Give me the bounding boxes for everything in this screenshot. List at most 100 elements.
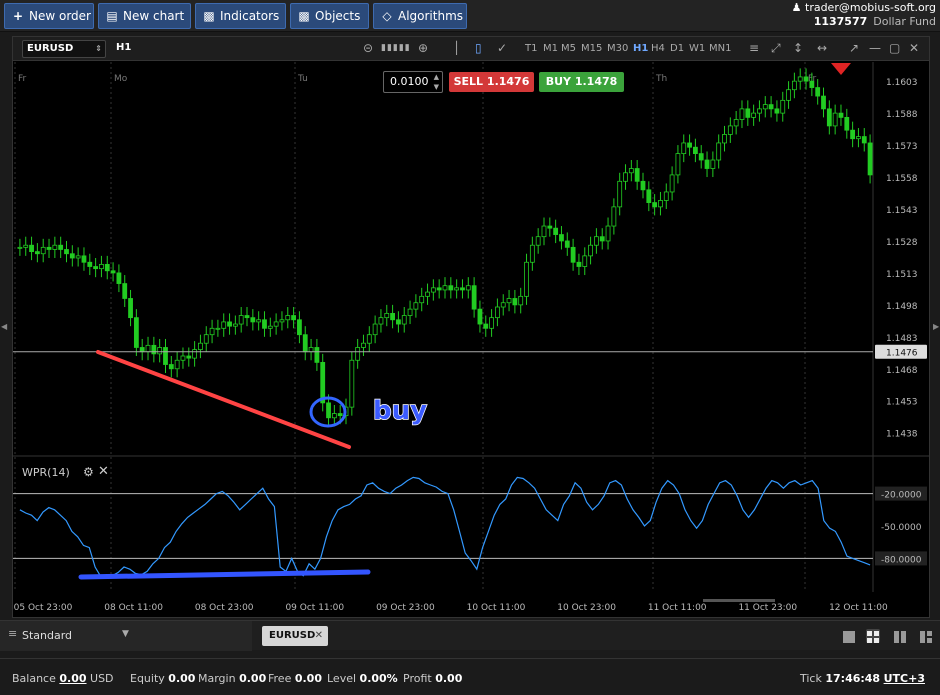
candle-body: [384, 312, 390, 319]
vertical-arrows-icon[interactable]: ↕: [793, 41, 803, 55]
candle-body: [658, 200, 663, 208]
minimize-icon[interactable]: —: [869, 41, 881, 55]
candle-body: [570, 246, 576, 263]
price-tick-label: 1.1513: [886, 270, 918, 280]
right-collapse-icon[interactable]: ▶: [933, 322, 939, 331]
candle-body: [506, 298, 512, 304]
trading-app: + New order ▤ New chart ▩ Indicators ▩ Objec…: [0, 0, 940, 695]
candle-body: [652, 202, 658, 208]
left-collapse-icon[interactable]: ◀: [1, 322, 7, 331]
time-tick-label: 08 Oct 23:00: [195, 603, 254, 613]
zoom-slider[interactable]: ▮▮▮▮▮: [381, 43, 411, 53]
candle-body: [454, 287, 460, 291]
tf-m1[interactable]: M1: [543, 43, 558, 54]
layout-single-icon[interactable]: [842, 629, 856, 643]
candle-body: [180, 355, 186, 361]
main-toolbar: + New order ▤ New chart ▩ Indicators ▩ Objec…: [0, 0, 940, 32]
candle-body: [692, 146, 698, 155]
tf-h4[interactable]: H4: [651, 43, 665, 54]
zoom-out-icon[interactable]: ⊝: [363, 41, 373, 55]
candles-layer: [17, 68, 873, 427]
chart-tab-eurusd[interactable]: EURUSD ✕: [262, 626, 328, 646]
workspace-select[interactable]: ≡ Standard ▼: [0, 621, 252, 651]
candle-body: [564, 240, 570, 248]
candle-body: [99, 263, 104, 270]
candle-body: [64, 249, 69, 255]
price-tick-label: 1.1588: [886, 110, 918, 120]
candle-body: [23, 244, 29, 248]
account-user: trader@mobius-soft.org: [805, 1, 936, 14]
layout-rows-icon[interactable]: [919, 629, 933, 643]
candle-body: [151, 344, 157, 355]
candle-body: [850, 129, 856, 140]
candle-body: [599, 236, 605, 242]
candle-body: [512, 298, 518, 306]
candle-body: [495, 306, 500, 319]
zoom-in-icon[interactable]: ⊕: [418, 41, 428, 55]
candle-body: [209, 327, 215, 336]
chevron-updown-icon: ⇕: [95, 44, 102, 53]
close-chart-icon[interactable]: ✕: [909, 41, 919, 55]
account-number: 1137577: [813, 15, 868, 28]
bar-chart-icon[interactable]: │: [453, 41, 460, 55]
candle-body: [291, 315, 296, 321]
candle-body: [483, 323, 489, 329]
candle-body: [634, 168, 640, 182]
diamond-icon: ◇: [382, 9, 392, 23]
detach-icon[interactable]: ↗: [849, 41, 859, 55]
tf-m30[interactable]: M30: [607, 43, 628, 54]
chart-plot[interactable]: FrMoTuWeThFr 1.16031.15881.15731.15581.1…: [13, 62, 929, 617]
candle-chart-icon[interactable]: ▯: [475, 41, 482, 55]
candle-body: [168, 364, 174, 370]
candle-body: [331, 413, 337, 419]
candle-body: [174, 359, 180, 370]
timeframe-label: H1: [116, 42, 132, 53]
candle-body: [826, 108, 832, 127]
algorithms-button[interactable]: ◇ Algorithms: [373, 3, 467, 29]
tf-t1[interactable]: T1: [525, 43, 537, 54]
account-info[interactable]: ♟ trader@mobius-soft.org 1137577 Dollar F…: [792, 1, 936, 29]
draw-line-icon[interactable]: ⤢: [771, 41, 781, 56]
buy-annotation-text: buy: [373, 396, 427, 426]
tf-mn1[interactable]: MN1: [709, 43, 731, 54]
candle-body: [541, 225, 547, 238]
layout-columns-icon[interactable]: [893, 629, 907, 643]
symbol-select[interactable]: EURUSD ⇕: [22, 40, 106, 58]
candle-body: [529, 244, 535, 263]
gear-icon[interactable]: ⚙: [83, 465, 94, 479]
maximize-icon[interactable]: ▢: [889, 41, 900, 55]
line-chart-icon[interactable]: ✓: [497, 41, 507, 55]
price-trendline: [96, 350, 351, 449]
candle-body: [698, 153, 704, 161]
close-tab-icon[interactable]: ✕: [315, 626, 323, 646]
chart-settings-icon[interactable]: ≡: [749, 41, 759, 55]
sell-button[interactable]: SELL 1.1476: [449, 72, 534, 92]
candle-body: [856, 136, 861, 140]
layout-grid-icon[interactable]: [866, 629, 880, 643]
price-tick-label: 1.1483: [886, 334, 918, 344]
spinner-icon[interactable]: ▲ ▼: [434, 72, 439, 92]
candle-body: [780, 99, 786, 114]
buy-button[interactable]: BUY 1.1478: [539, 72, 624, 92]
horizontal-arrows-icon[interactable]: ↔: [817, 41, 827, 55]
candle-body: [640, 180, 646, 191]
new-order-button[interactable]: + New order: [4, 3, 94, 29]
tf-d1[interactable]: D1: [670, 43, 684, 54]
chart-header: EURUSD ⇕ H1 ⊝ ▮▮▮▮▮ ⊕ │ ▯ ✓ T1 M1 M5 M15 …: [13, 37, 929, 61]
new-chart-button[interactable]: ▤ New chart: [98, 3, 191, 29]
tf-m5[interactable]: M5: [561, 43, 576, 54]
objects-button[interactable]: ▩ Objects: [290, 3, 369, 29]
candle-body: [861, 136, 867, 144]
tf-h1[interactable]: H1: [633, 43, 648, 54]
lot-size-input[interactable]: 0.0100 ▲ ▼: [383, 71, 443, 93]
tf-m15[interactable]: M15: [581, 43, 602, 54]
margin-level: Level 0.00%: [327, 672, 398, 685]
tf-w1[interactable]: W1: [689, 43, 705, 54]
wpr-trendline: [78, 569, 371, 580]
candle-body: [110, 270, 116, 274]
indicators-button[interactable]: ▩ Indicators: [195, 3, 286, 29]
timezone-select[interactable]: UTC+3: [884, 672, 925, 685]
close-icon[interactable]: ✕: [98, 464, 109, 479]
candle-body: [355, 347, 361, 361]
candle-body: [58, 244, 64, 250]
